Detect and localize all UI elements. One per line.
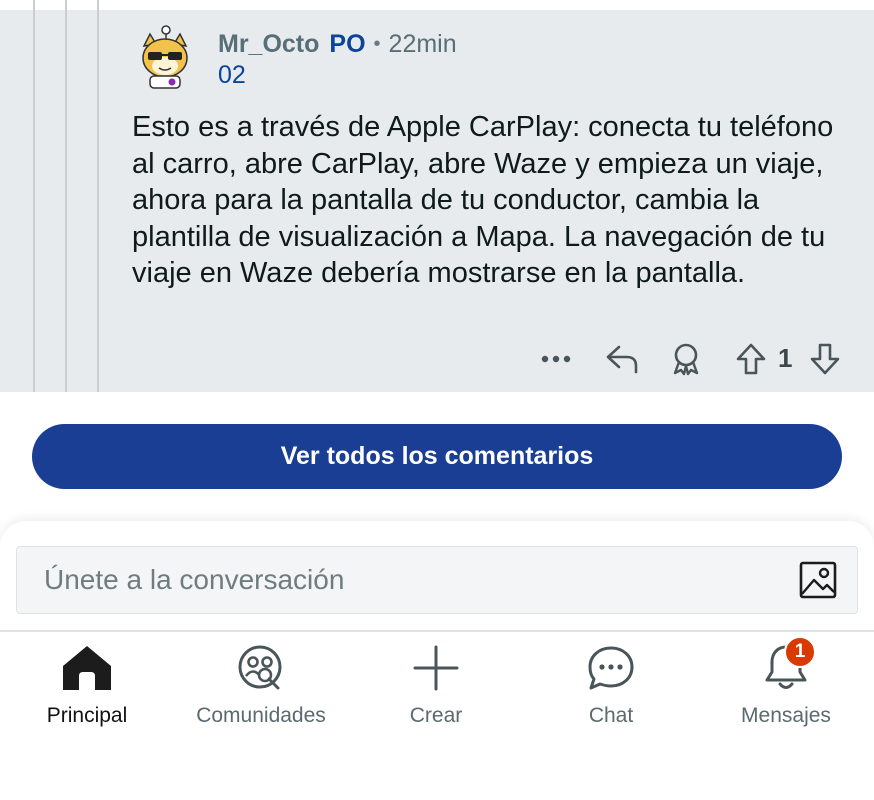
nav-label-chat: Chat — [588, 704, 634, 727]
communities-icon — [233, 640, 289, 696]
upvote-icon[interactable] — [731, 340, 771, 378]
nav-item-comunidades[interactable]: Comunidades — [181, 640, 341, 740]
notification-badge: 1 — [784, 636, 816, 668]
comment-meta: Mr_Octo PO • 22min — [218, 30, 457, 59]
thread-line[interactable] — [97, 0, 99, 392]
user-flair: 02 — [218, 61, 246, 89]
home-icon — [59, 640, 115, 696]
composer-placeholder: Únete a la conversación — [44, 564, 345, 595]
author-username[interactable]: Mr_Octo — [218, 30, 319, 59]
nav-item-chat[interactable]: Chat — [531, 640, 691, 740]
nav-item-mensajes[interactable]: 1 Mensajes — [706, 636, 866, 740]
bell-icon: 1 — [758, 636, 816, 696]
nav-label-comunidades: Comunidades — [196, 704, 326, 727]
op-badge: PO — [329, 30, 366, 58]
downvote-icon[interactable] — [805, 340, 845, 378]
plus-icon — [408, 640, 464, 696]
nav-label-principal: Principal — [46, 704, 128, 727]
app-screen: Mr_Octo PO • 22min 02 Esto es a través d… — [0, 0, 874, 800]
comment-thread: Mr_Octo PO • 22min 02 Esto es a través d… — [0, 0, 874, 392]
award-icon[interactable] — [666, 340, 706, 378]
thread-line[interactable] — [65, 0, 67, 392]
nav-label-mensajes: Mensajes — [741, 704, 831, 727]
comment-time: 22min — [388, 30, 457, 58]
meta-separator: • — [373, 33, 381, 55]
thread-line[interactable] — [33, 0, 35, 392]
join-conversation-input[interactable]: Únete a la conversación — [16, 546, 858, 614]
view-all-comments-button[interactable]: Ver todos los comentarios — [32, 424, 842, 489]
image-icon[interactable] — [799, 561, 837, 599]
vote-count: 1 — [778, 343, 793, 373]
chat-icon — [583, 640, 639, 696]
top-strip — [0, 0, 874, 10]
nav-item-principal[interactable]: Principal — [7, 640, 167, 740]
reply-icon[interactable] — [602, 340, 642, 378]
nav-divider — [0, 630, 874, 632]
avatar[interactable] — [136, 24, 194, 90]
nav-label-crear: Crear — [409, 704, 463, 727]
comment-body: Esto es a través de Apple CarPlay: conec… — [132, 111, 834, 289]
nav-item-crear[interactable]: Crear — [356, 640, 516, 740]
more-icon[interactable] — [536, 340, 576, 378]
